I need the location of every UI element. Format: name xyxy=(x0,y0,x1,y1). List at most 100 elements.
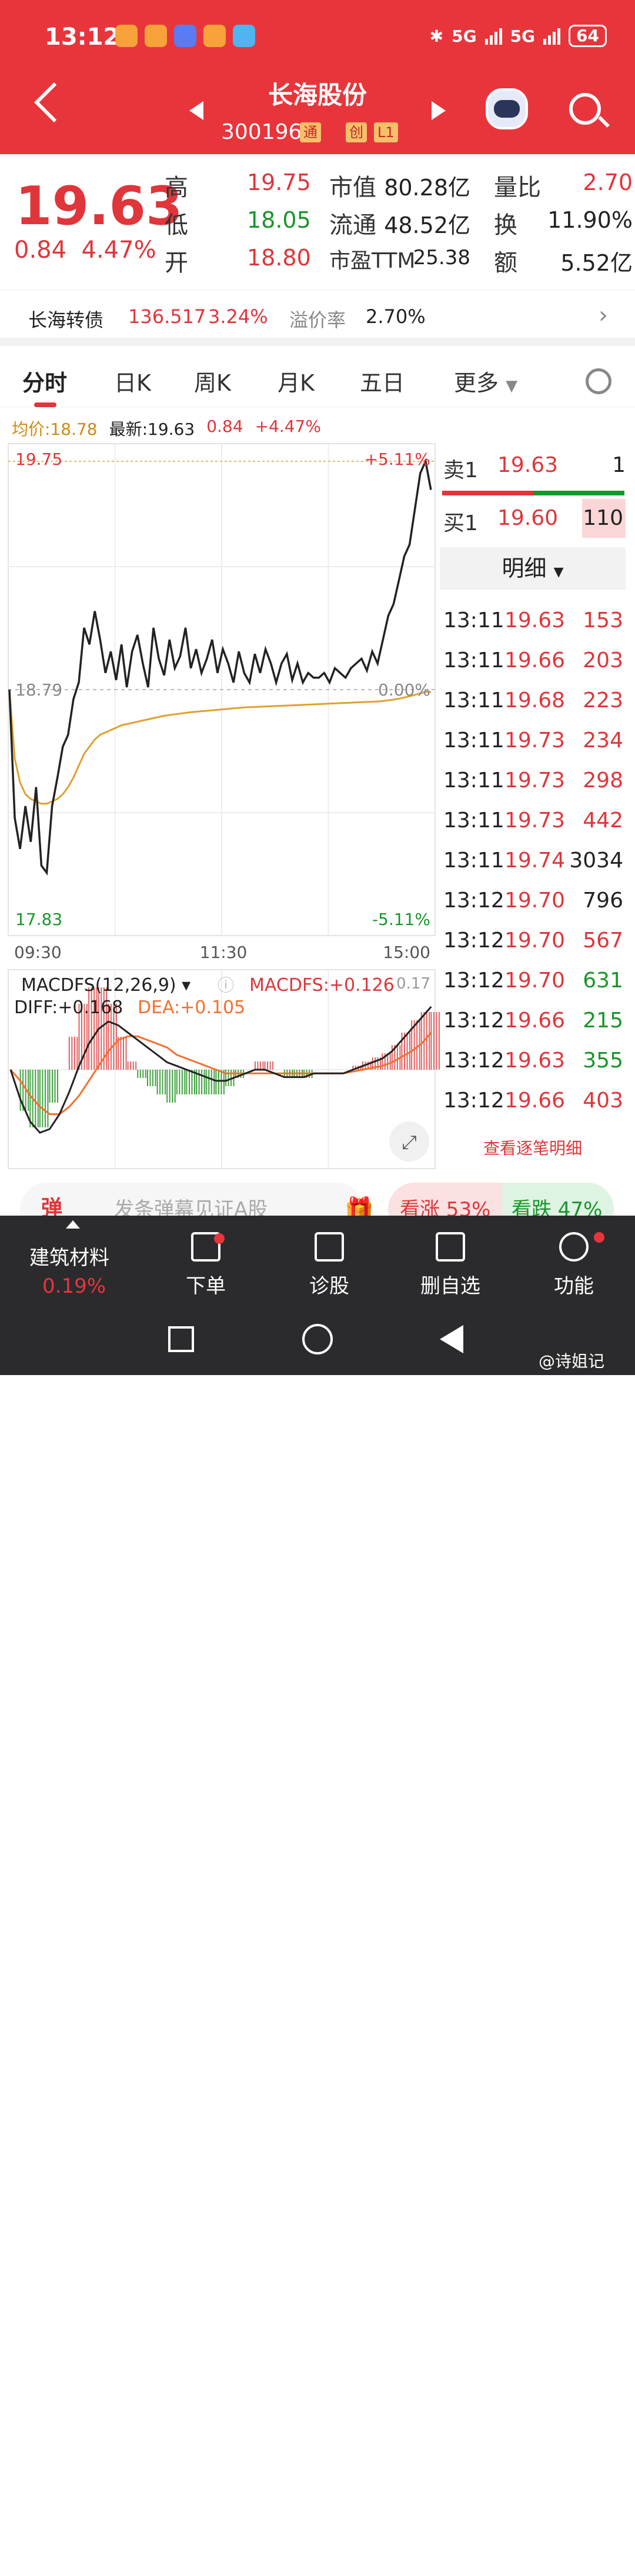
trade-volume: 298 xyxy=(583,768,623,793)
bid-bar xyxy=(533,491,624,495)
pe-label: 市盈TTM xyxy=(329,249,416,273)
buy1-label: 买1 xyxy=(443,511,478,535)
detail-label: 明细 xyxy=(502,555,547,581)
chart-tabs: 分时 日K 周K 月K 五日 更多 ▼ xyxy=(0,353,635,407)
active-tab-indicator xyxy=(34,402,56,407)
stock-name: 长海股份 xyxy=(268,81,367,109)
mkt-cap-label: 市值 xyxy=(329,174,376,201)
y-tick-label: +5.11% xyxy=(365,450,430,469)
tab-more[interactable]: 更多 ▼ xyxy=(454,365,517,397)
trade-time: 13:12 xyxy=(443,888,504,913)
price-change: 0.84 4.47% xyxy=(14,237,156,264)
trade-time: 13:11 xyxy=(443,848,504,873)
x-tick-label: 15:00 xyxy=(383,943,430,962)
trade-price: 19.61 xyxy=(504,590,565,593)
trade-time: 13:12 xyxy=(443,928,504,953)
search-icon[interactable] xyxy=(569,93,601,125)
weibo-watermark: @诗姐记 xyxy=(539,1352,605,1371)
y-tick-label: 0.00% xyxy=(378,680,430,700)
trade-time: 13:11 xyxy=(443,688,504,713)
diff-value: DIFF:+0.168 xyxy=(14,997,123,1018)
avg-price: 均价:18.78 xyxy=(12,420,98,439)
high-value: 19.75 xyxy=(247,169,311,195)
remove-label: 删自选 xyxy=(420,1274,480,1298)
tab-weekly-k[interactable]: 周K xyxy=(194,365,231,397)
diagnose-button[interactable]: 诊股 xyxy=(270,1216,388,1310)
trade-price: 19.74 xyxy=(504,848,566,873)
trade-row: 13:11 19.73 442 xyxy=(440,803,626,843)
buy1-vol: 110 xyxy=(583,506,623,530)
gift-icon[interactable]: 🎁 xyxy=(345,1196,374,1216)
bond-name: 长海转债 xyxy=(28,309,104,331)
bid-ask-ratio-bar xyxy=(442,491,624,495)
trade-volume: 442 xyxy=(583,808,623,833)
trade-volume: 203 xyxy=(583,648,623,673)
low-value: 18.05 xyxy=(247,207,311,233)
notification-dot xyxy=(214,1233,225,1244)
tab-intraday[interactable]: 分时 xyxy=(22,365,67,397)
sector-button[interactable]: 建筑材料 0.19% xyxy=(0,1216,141,1310)
tab-monthly-k[interactable]: 月K xyxy=(278,365,315,397)
y-tick-label: 19.75 xyxy=(15,450,62,469)
function-label: 功能 xyxy=(554,1274,594,1298)
stock-code: 300196 xyxy=(221,120,302,144)
robot-assistant-icon[interactable] xyxy=(486,88,528,129)
buy1-row: 买1 19.60 110 xyxy=(440,495,626,543)
open-label: 开 xyxy=(165,249,188,277)
menu-circle-icon xyxy=(559,1232,589,1262)
trade-time: 13:11 xyxy=(443,608,504,633)
app-notification-icon xyxy=(174,25,196,47)
recent-apps-icon[interactable] xyxy=(168,2550,194,2576)
dropdown-caret-icon: ▼ xyxy=(553,565,564,580)
order-label: 下单 xyxy=(186,1274,226,1298)
back-triangle-icon[interactable] xyxy=(440,1325,463,1353)
bearish-vote-button[interactable]: 看跌 47% xyxy=(502,1183,614,1216)
turnover-label: 换 xyxy=(494,212,517,239)
trade-time: 13:12 xyxy=(443,1009,504,1033)
macdfs-value: MACDFS:+0.126 xyxy=(249,975,395,996)
trade-price: 19.63 xyxy=(504,608,566,633)
status-indicators: ✱ 5G 5G 64 xyxy=(430,25,607,47)
trade-time: 13:12 xyxy=(443,969,504,993)
intraday-chart[interactable]: 19.75 18.79 17.83 +5.11% 0.00% -5.11% 09:30 11:… xyxy=(0,440,440,1170)
view-all-trades-link[interactable]: 查看逐笔明细 xyxy=(440,1136,626,1159)
trade-row: 13:12 19.70 631 xyxy=(440,963,626,1003)
remove-watchlist-button[interactable]: 删自选 xyxy=(392,1216,509,1310)
convertible-bond-row[interactable]: 长海转债 136.517 3.24% 溢价率 2.70% › xyxy=(0,289,635,346)
trade-row: 13:12 19.63 355 xyxy=(440,1043,626,1083)
tag-l1: L1 xyxy=(374,122,398,142)
network-type-1: 5G xyxy=(452,26,477,46)
danmaku-tag: 弹 xyxy=(41,1196,63,1216)
trade-detail-list[interactable]: 13:1119.61145513:1119.6315313:1119.66203… xyxy=(440,590,626,1133)
recent-apps-icon[interactable] xyxy=(168,1326,194,1352)
trade-time: 13:11 xyxy=(443,728,504,753)
macd-indicator-label: MACDFS(12,26,9) ▾ xyxy=(21,975,190,996)
home-circle-icon[interactable] xyxy=(302,1324,333,1354)
bond-pct: 3.24% xyxy=(208,305,268,328)
danmaku-input[interactable]: 弹 发条弹幕见证A股 🎁 xyxy=(20,1183,374,1216)
trade-row: 13:11 19.73 234 xyxy=(440,723,626,763)
trade-volume: 1455 xyxy=(569,590,623,593)
tab-five-day[interactable]: 五日 xyxy=(360,365,405,397)
bullish-vote-button[interactable]: 看涨 53% xyxy=(388,1183,502,1216)
tab-daily-k[interactable]: 日K xyxy=(114,365,151,397)
prev-stock-arrow-icon[interactable] xyxy=(189,101,203,120)
notification-dot xyxy=(594,1232,604,1243)
trade-price: 19.68 xyxy=(504,688,566,713)
trade-row: 13:11 19.66 203 xyxy=(440,643,626,683)
macd-top-value: 0.17 xyxy=(396,975,430,993)
order-button[interactable]: 下单 xyxy=(147,1216,265,1310)
trade-price: 19.70 xyxy=(504,969,566,993)
detail-dropdown[interactable]: 明细 ▼ xyxy=(440,547,626,590)
trade-volume: 223 xyxy=(583,688,623,713)
open-value: 18.80 xyxy=(247,245,311,271)
trade-row: 13:12 19.66 215 xyxy=(440,1003,626,1043)
mkt-cap-value: 80.28亿 xyxy=(384,175,470,201)
trade-volume: 355 xyxy=(583,1049,623,1073)
function-button[interactable]: 功能 xyxy=(515,1216,633,1310)
trade-price: 19.73 xyxy=(504,808,566,833)
next-stock-arrow-icon[interactable] xyxy=(432,101,446,120)
sector-name: 建筑材料 xyxy=(29,1246,109,1270)
vol-ratio-value: 2.70 xyxy=(583,169,633,195)
settings-gear-icon[interactable] xyxy=(586,368,611,394)
